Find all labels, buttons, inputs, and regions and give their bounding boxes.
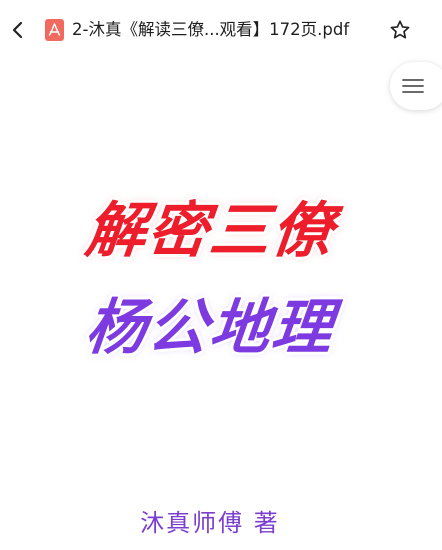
top-bar: 2-沐真《解读三僚...观看】172页.pdf bbox=[0, 0, 442, 110]
back-button[interactable] bbox=[6, 16, 30, 44]
chevron-left-icon bbox=[12, 21, 23, 39]
pdf-file-icon bbox=[45, 19, 64, 41]
favorite-button[interactable] bbox=[386, 16, 414, 44]
file-title: 2-沐真《解读三僚...观看】172页.pdf bbox=[72, 20, 350, 39]
book-title: 解密三僚 bbox=[82, 196, 338, 266]
book-subtitle: 杨公地理 bbox=[82, 293, 338, 363]
book-author: 沐真师傅 著 bbox=[140, 509, 280, 537]
star-outline-icon bbox=[390, 20, 410, 39]
pdf-page: 解密三僚 杨公地理 沐真师傅 著 bbox=[0, 60, 442, 550]
